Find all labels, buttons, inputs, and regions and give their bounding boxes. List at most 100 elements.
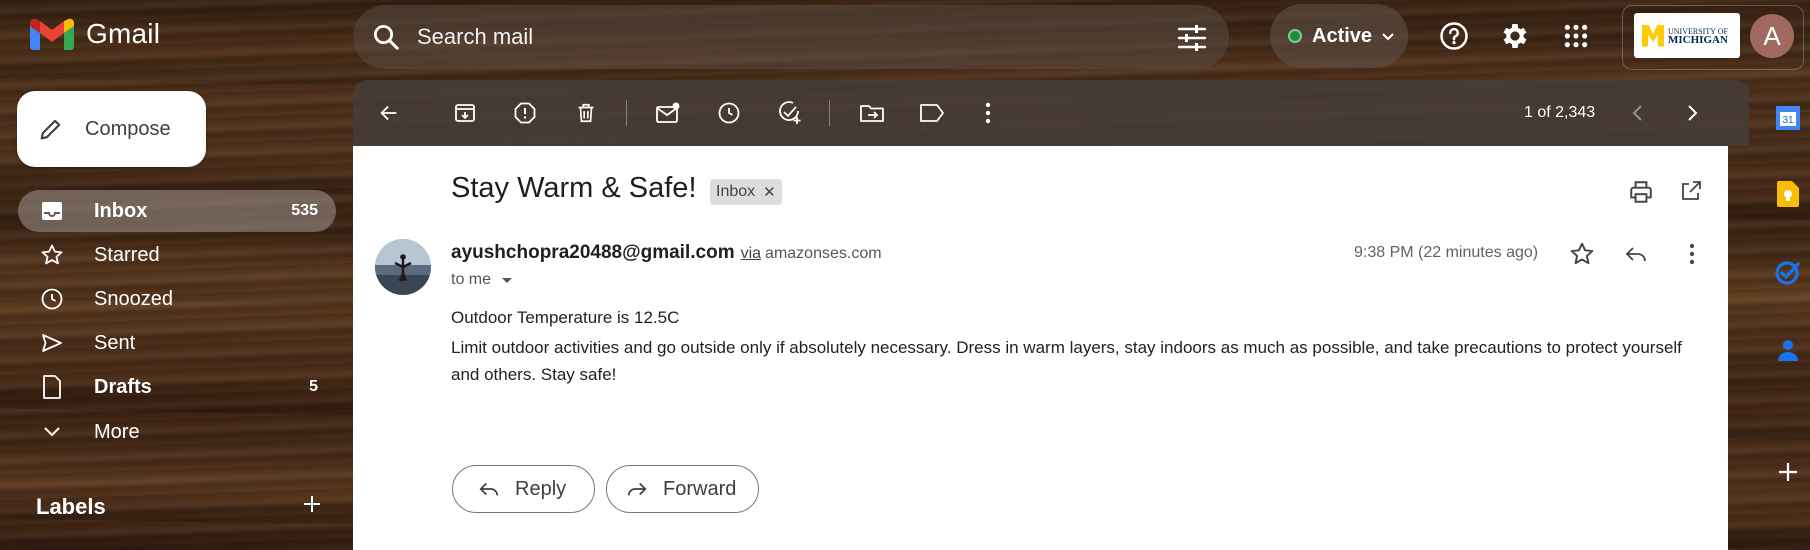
delete-button[interactable]: [571, 98, 601, 128]
sidebar-item-starred[interactable]: Starred: [18, 234, 336, 276]
apps-button[interactable]: [1558, 18, 1594, 54]
settings-button[interactable]: [1497, 18, 1533, 54]
compose-label: Compose: [85, 117, 171, 140]
calendar-app-button[interactable]: 31: [1774, 104, 1802, 132]
via-link[interactable]: via: [741, 245, 761, 262]
archive-button[interactable]: [450, 98, 480, 128]
inbox-icon: [40, 201, 64, 221]
more-options-button[interactable]: [973, 98, 1003, 128]
tasks-icon: [1775, 261, 1800, 285]
report-spam-button[interactable]: [510, 98, 540, 128]
sidebar-item-snoozed[interactable]: Snoozed: [18, 278, 336, 320]
newer-button[interactable]: [1623, 98, 1653, 128]
recipients-toggle[interactable]: to me: [451, 271, 515, 289]
email-subject: Stay Warm & Safe!: [451, 172, 697, 204]
gear-icon: [1503, 24, 1527, 48]
search-options-icon[interactable]: [1177, 25, 1207, 51]
print-button[interactable]: [1628, 179, 1654, 205]
status-dot-icon: [1288, 29, 1302, 43]
arrow-left-icon: [380, 105, 397, 121]
apps-grid-icon: [1564, 24, 1588, 48]
star-icon: [40, 243, 64, 267]
block-m-icon: [1642, 24, 1664, 47]
sidebar-item-label: More: [94, 420, 140, 443]
labels-button[interactable]: [917, 98, 947, 128]
gmail-m-icon: [30, 18, 74, 50]
sidebar-item-sent[interactable]: Sent: [18, 322, 336, 364]
add-to-tasks-button[interactable]: [775, 98, 805, 128]
sidebar-item-label: Starred: [94, 243, 160, 266]
organization-name: UNIVERSITY OF MICHIGAN: [1668, 26, 1728, 46]
toolbar-divider: [626, 100, 627, 126]
help-icon: [1440, 22, 1468, 50]
contacts-app-button[interactable]: [1774, 336, 1802, 364]
search-bar[interactable]: [353, 5, 1229, 69]
trash-icon: [578, 103, 594, 123]
archive-icon: [455, 104, 475, 122]
remove-label-icon[interactable]: ✕: [763, 183, 776, 201]
forward-icon: [627, 482, 647, 496]
sender-avatar[interactable]: [375, 239, 431, 295]
keep-app-button[interactable]: [1774, 180, 1802, 208]
gmail-logo[interactable]: Gmail: [30, 18, 160, 50]
chevron-right-icon: [1688, 105, 1698, 121]
status-selector[interactable]: Active: [1270, 4, 1408, 68]
calendar-icon: 31: [1776, 106, 1800, 130]
plus-icon: [304, 496, 320, 512]
clock-icon: [718, 102, 740, 124]
compose-button[interactable]: Compose: [17, 91, 206, 167]
message-body-text: Limit outdoor activities and go outside …: [451, 338, 1682, 384]
draft-icon: [40, 375, 64, 399]
open-in-new-window-button[interactable]: [1679, 179, 1703, 203]
message-time: 9:38 PM (22 minutes ago): [1354, 244, 1539, 261]
sidebar-item-label: Drafts: [94, 375, 152, 398]
back-button[interactable]: [374, 98, 404, 128]
create-label-button[interactable]: [300, 492, 324, 516]
pencil-icon: [40, 119, 61, 140]
gmail-wordmark: Gmail: [86, 18, 161, 49]
via-domain: amazonses.com: [765, 245, 882, 262]
chevron-down-icon: [1382, 33, 1394, 41]
get-addons-button[interactable]: [1774, 458, 1802, 486]
print-icon: [1630, 181, 1652, 203]
status-label: Active: [1312, 24, 1373, 47]
send-icon: [40, 333, 64, 353]
move-to-folder-icon: [860, 105, 884, 122]
sidebar-item-drafts[interactable]: Drafts 5: [18, 366, 336, 408]
sidebar-item-inbox[interactable]: Inbox 535: [18, 190, 336, 232]
open-in-new-icon: [1682, 181, 1701, 200]
recipients-label: to me: [451, 271, 492, 288]
clock-icon: [40, 287, 64, 311]
reply-icon-button[interactable]: [1623, 242, 1649, 266]
search-input[interactable]: [415, 23, 1139, 51]
chevron-down-icon: [40, 425, 64, 439]
chevron-left-icon: [1632, 105, 1642, 121]
move-to-button[interactable]: [857, 98, 887, 128]
sidebar-item-label: Sent: [94, 331, 136, 354]
tasks-app-button[interactable]: [1774, 258, 1802, 286]
svg-text:31: 31: [1782, 115, 1794, 126]
unread-count: 535: [291, 202, 318, 219]
sender-address[interactable]: ayushchopra20488@gmail.com: [451, 242, 735, 263]
search-icon[interactable]: [371, 22, 401, 52]
message-more-button[interactable]: [1688, 243, 1696, 265]
forward-button[interactable]: Forward: [606, 465, 759, 513]
sidebar-item-label: Inbox: [94, 199, 148, 222]
keep-icon: [1777, 181, 1799, 207]
message-counter: 1 of 2,343: [1524, 104, 1596, 121]
mark-unread-button[interactable]: [653, 98, 683, 128]
support-button[interactable]: [1436, 18, 1472, 54]
reply-button[interactable]: Reply: [452, 465, 595, 513]
plus-icon: [1779, 463, 1797, 481]
sidebar-item-more[interactable]: More: [18, 411, 336, 453]
more-vert-icon: [985, 102, 991, 124]
more-vert-icon: [1689, 243, 1695, 265]
forward-label: Forward: [663, 477, 737, 500]
older-button[interactable]: [1677, 98, 1707, 128]
star-button[interactable]: [1569, 241, 1595, 267]
label-chip[interactable]: Inbox ✕: [710, 179, 782, 205]
sender-line: ayushchopra20488@gmail.com via amazonses.c…: [451, 242, 882, 264]
account-avatar[interactable]: A: [1750, 14, 1794, 58]
snooze-button[interactable]: [714, 98, 744, 128]
label-icon: [920, 104, 944, 122]
